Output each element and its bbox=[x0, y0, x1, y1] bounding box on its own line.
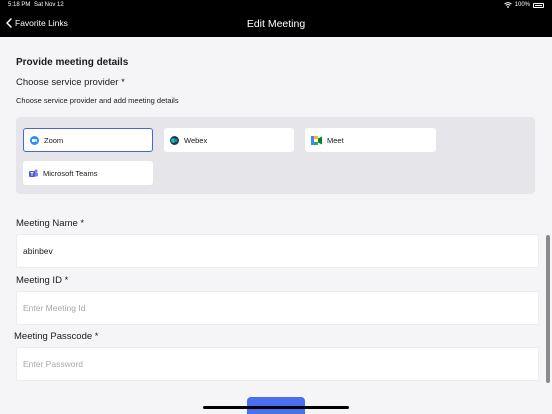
provider-meet-label: Meet bbox=[327, 135, 344, 145]
meeting-passcode-field[interactable] bbox=[16, 347, 539, 381]
provider-label: Choose service provider * bbox=[16, 77, 125, 88]
webex-icon bbox=[170, 135, 179, 145]
meeting-name-input[interactable] bbox=[23, 246, 538, 256]
meeting-name-label: Meeting Name * bbox=[16, 218, 85, 229]
section-heading: Provide meeting details bbox=[16, 57, 129, 68]
provider-meet-option[interactable]: Meet bbox=[305, 128, 436, 152]
status-date: Sat Nov 12 bbox=[34, 2, 64, 8]
home-indicator bbox=[203, 406, 349, 409]
navigation-bar: Favorite Links Edit Meeting bbox=[0, 12, 552, 37]
status-indicators: 100% bbox=[503, 2, 544, 8]
battery-icon bbox=[533, 2, 544, 8]
provider-webex-label: Webex bbox=[184, 135, 208, 145]
provider-teams-option[interactable]: Microsoft Teams bbox=[23, 161, 153, 185]
provider-options: Zoom Webex Meet Microsoft Teams bbox=[16, 117, 535, 194]
page-title: Edit Meeting bbox=[246, 18, 306, 30]
meeting-passcode-input[interactable] bbox=[23, 359, 538, 369]
meeting-id-input[interactable] bbox=[23, 303, 538, 313]
meeting-id-field[interactable] bbox=[16, 291, 539, 325]
meeting-id-label: Meeting ID * bbox=[16, 275, 69, 286]
provider-zoom-option[interactable]: Zoom bbox=[23, 128, 153, 152]
provider-webex-option[interactable]: Webex bbox=[164, 128, 294, 152]
google-meet-icon bbox=[311, 135, 322, 145]
scrollbar[interactable] bbox=[546, 235, 550, 383]
zoom-icon bbox=[30, 135, 39, 145]
status-bar: 5:18 PM Sat Nov 12 100% bbox=[0, 0, 552, 12]
meeting-passcode-label: Meeting Passcode * bbox=[14, 331, 99, 342]
microsoft-teams-icon bbox=[29, 169, 38, 177]
battery-percent: 100% bbox=[514, 2, 530, 8]
provider-hint: Choose service provider and add meeting … bbox=[16, 96, 179, 105]
meeting-name-field[interactable] bbox=[16, 234, 539, 268]
provider-zoom-label: Zoom bbox=[44, 135, 64, 145]
status-time: 5:18 PM bbox=[8, 2, 31, 8]
wifi-icon bbox=[503, 2, 512, 8]
provider-teams-label: Microsoft Teams bbox=[43, 168, 98, 178]
